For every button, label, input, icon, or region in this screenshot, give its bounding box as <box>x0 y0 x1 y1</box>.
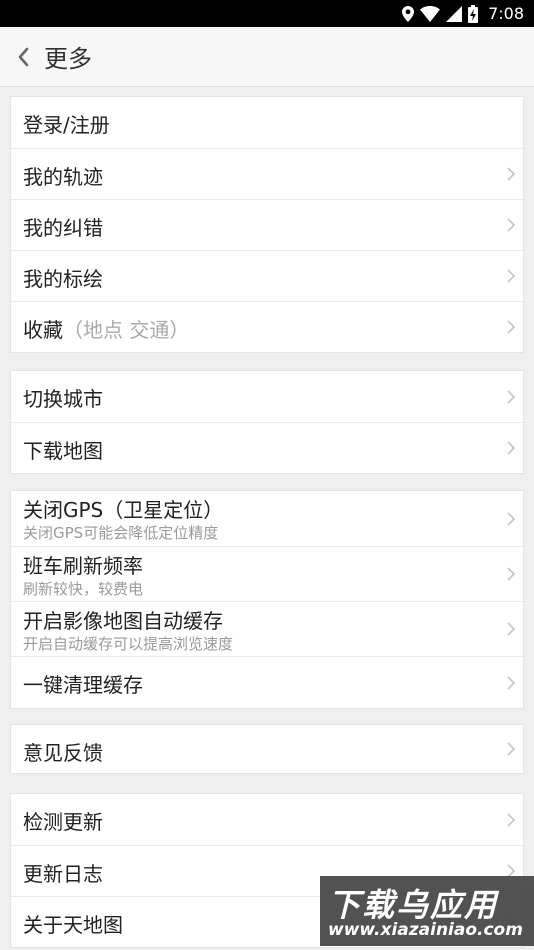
menu-item-my-drawings[interactable]: 我的标绘 <box>11 250 523 301</box>
menu-item-login[interactable]: 登录/注册 <box>11 97 523 148</box>
chevron-right-icon <box>507 742 515 756</box>
menu-item-my-tracks[interactable]: 我的轨迹 <box>11 148 523 199</box>
menu-item-imagery-auto-cache[interactable]: 开启影像地图自动缓存 开启自动缓存可以提高浏览速度 <box>11 601 523 656</box>
chevron-left-icon <box>18 47 29 66</box>
chevron-right-icon <box>507 389 515 404</box>
menu-item-label: 更新日志 <box>23 862 103 886</box>
menu-item-subtitle: 刷新较快，较费电 <box>23 580 144 598</box>
menu-item-label: 开启影像地图自动缓存 <box>23 609 223 633</box>
chevron-right-icon <box>507 320 515 334</box>
menu-item-feedback[interactable]: 意见反馈 <box>11 725 523 773</box>
status-icons: 7:08 <box>402 3 524 24</box>
watermark-url: www.xiazainiao.com <box>328 920 523 940</box>
menu-item-label: 班车刷新频率 <box>23 554 143 578</box>
menu-item-label: 关闭GPS（卫星定位） <box>23 498 224 522</box>
menu-item-label: 下载地图 <box>23 439 103 463</box>
menu-item-label: 切换城市 <box>23 387 103 411</box>
menu-item-check-update[interactable]: 检测更新 <box>11 794 523 845</box>
menu-item-label: 意见反馈 <box>23 741 103 765</box>
menu-item-label: 收藏（地点 交通） <box>23 318 190 342</box>
menu-item-subtitle: 开启自动缓存可以提高浏览速度 <box>23 635 234 653</box>
chevron-right-icon <box>507 567 515 581</box>
chevron-right-icon <box>507 441 515 455</box>
chevron-right-icon <box>507 167 515 181</box>
menu-item-label: 关于天地图 <box>23 913 123 937</box>
page-title: 更多 <box>44 45 92 73</box>
menu-item-clear-cache[interactable]: 一键清理缓存 <box>11 656 523 708</box>
status-time: 7:08 <box>488 4 524 23</box>
chevron-right-icon <box>507 812 515 827</box>
signal-icon <box>446 5 463 22</box>
chevron-right-icon <box>507 218 515 232</box>
settings-group-account: 登录/注册 我的轨迹 我的纠错 我的标绘 收藏（地点 交通） <box>10 96 524 353</box>
menu-item-label: 一键清理缓存 <box>23 673 143 697</box>
settings-group-options: 关闭GPS（卫星定位） 关闭GPS可能会降低定位精度 班车刷新频率 刷新较快，较… <box>10 490 524 709</box>
menu-item-switch-city[interactable]: 切换城市 <box>11 371 523 422</box>
menu-item-favorites[interactable]: 收藏（地点 交通） <box>11 301 523 352</box>
menu-item-label: 我的轨迹 <box>23 165 103 189</box>
chevron-right-icon <box>507 675 515 690</box>
back-button[interactable] <box>2 27 44 87</box>
location-icon <box>402 5 415 22</box>
settings-group-maps: 切换城市 下载地图 <box>10 370 524 474</box>
menu-item-download-map[interactable]: 下载地图 <box>11 422 523 473</box>
menu-item-subtitle: 关闭GPS可能会降低定位精度 <box>23 524 219 542</box>
menu-item-label: 检测更新 <box>23 810 103 834</box>
status-bar: 7:08 <box>0 0 534 27</box>
watermark-logo: 下载乌应用 www.xiazainiao.com <box>320 876 534 946</box>
menu-item-gps-toggle[interactable]: 关闭GPS（卫星定位） 关闭GPS可能会降低定位精度 <box>11 491 523 546</box>
menu-item-label: 我的纠错 <box>23 216 103 240</box>
settings-group-feedback: 意见反馈 <box>10 724 524 774</box>
app-bar: 更多 <box>0 27 534 87</box>
chevron-right-icon <box>507 622 515 636</box>
menu-item-label: 登录/注册 <box>23 113 110 137</box>
chevron-right-icon <box>507 511 515 526</box>
menu-item-hint: （地点 交通） <box>63 318 190 342</box>
chevron-right-icon <box>507 269 515 283</box>
menu-item-bus-refresh-rate[interactable]: 班车刷新频率 刷新较快，较费电 <box>11 546 523 601</box>
wifi-icon <box>420 5 441 22</box>
battery-charging-icon <box>468 4 479 23</box>
menu-item-my-corrections[interactable]: 我的纠错 <box>11 199 523 250</box>
menu-item-label: 我的标绘 <box>23 267 103 291</box>
